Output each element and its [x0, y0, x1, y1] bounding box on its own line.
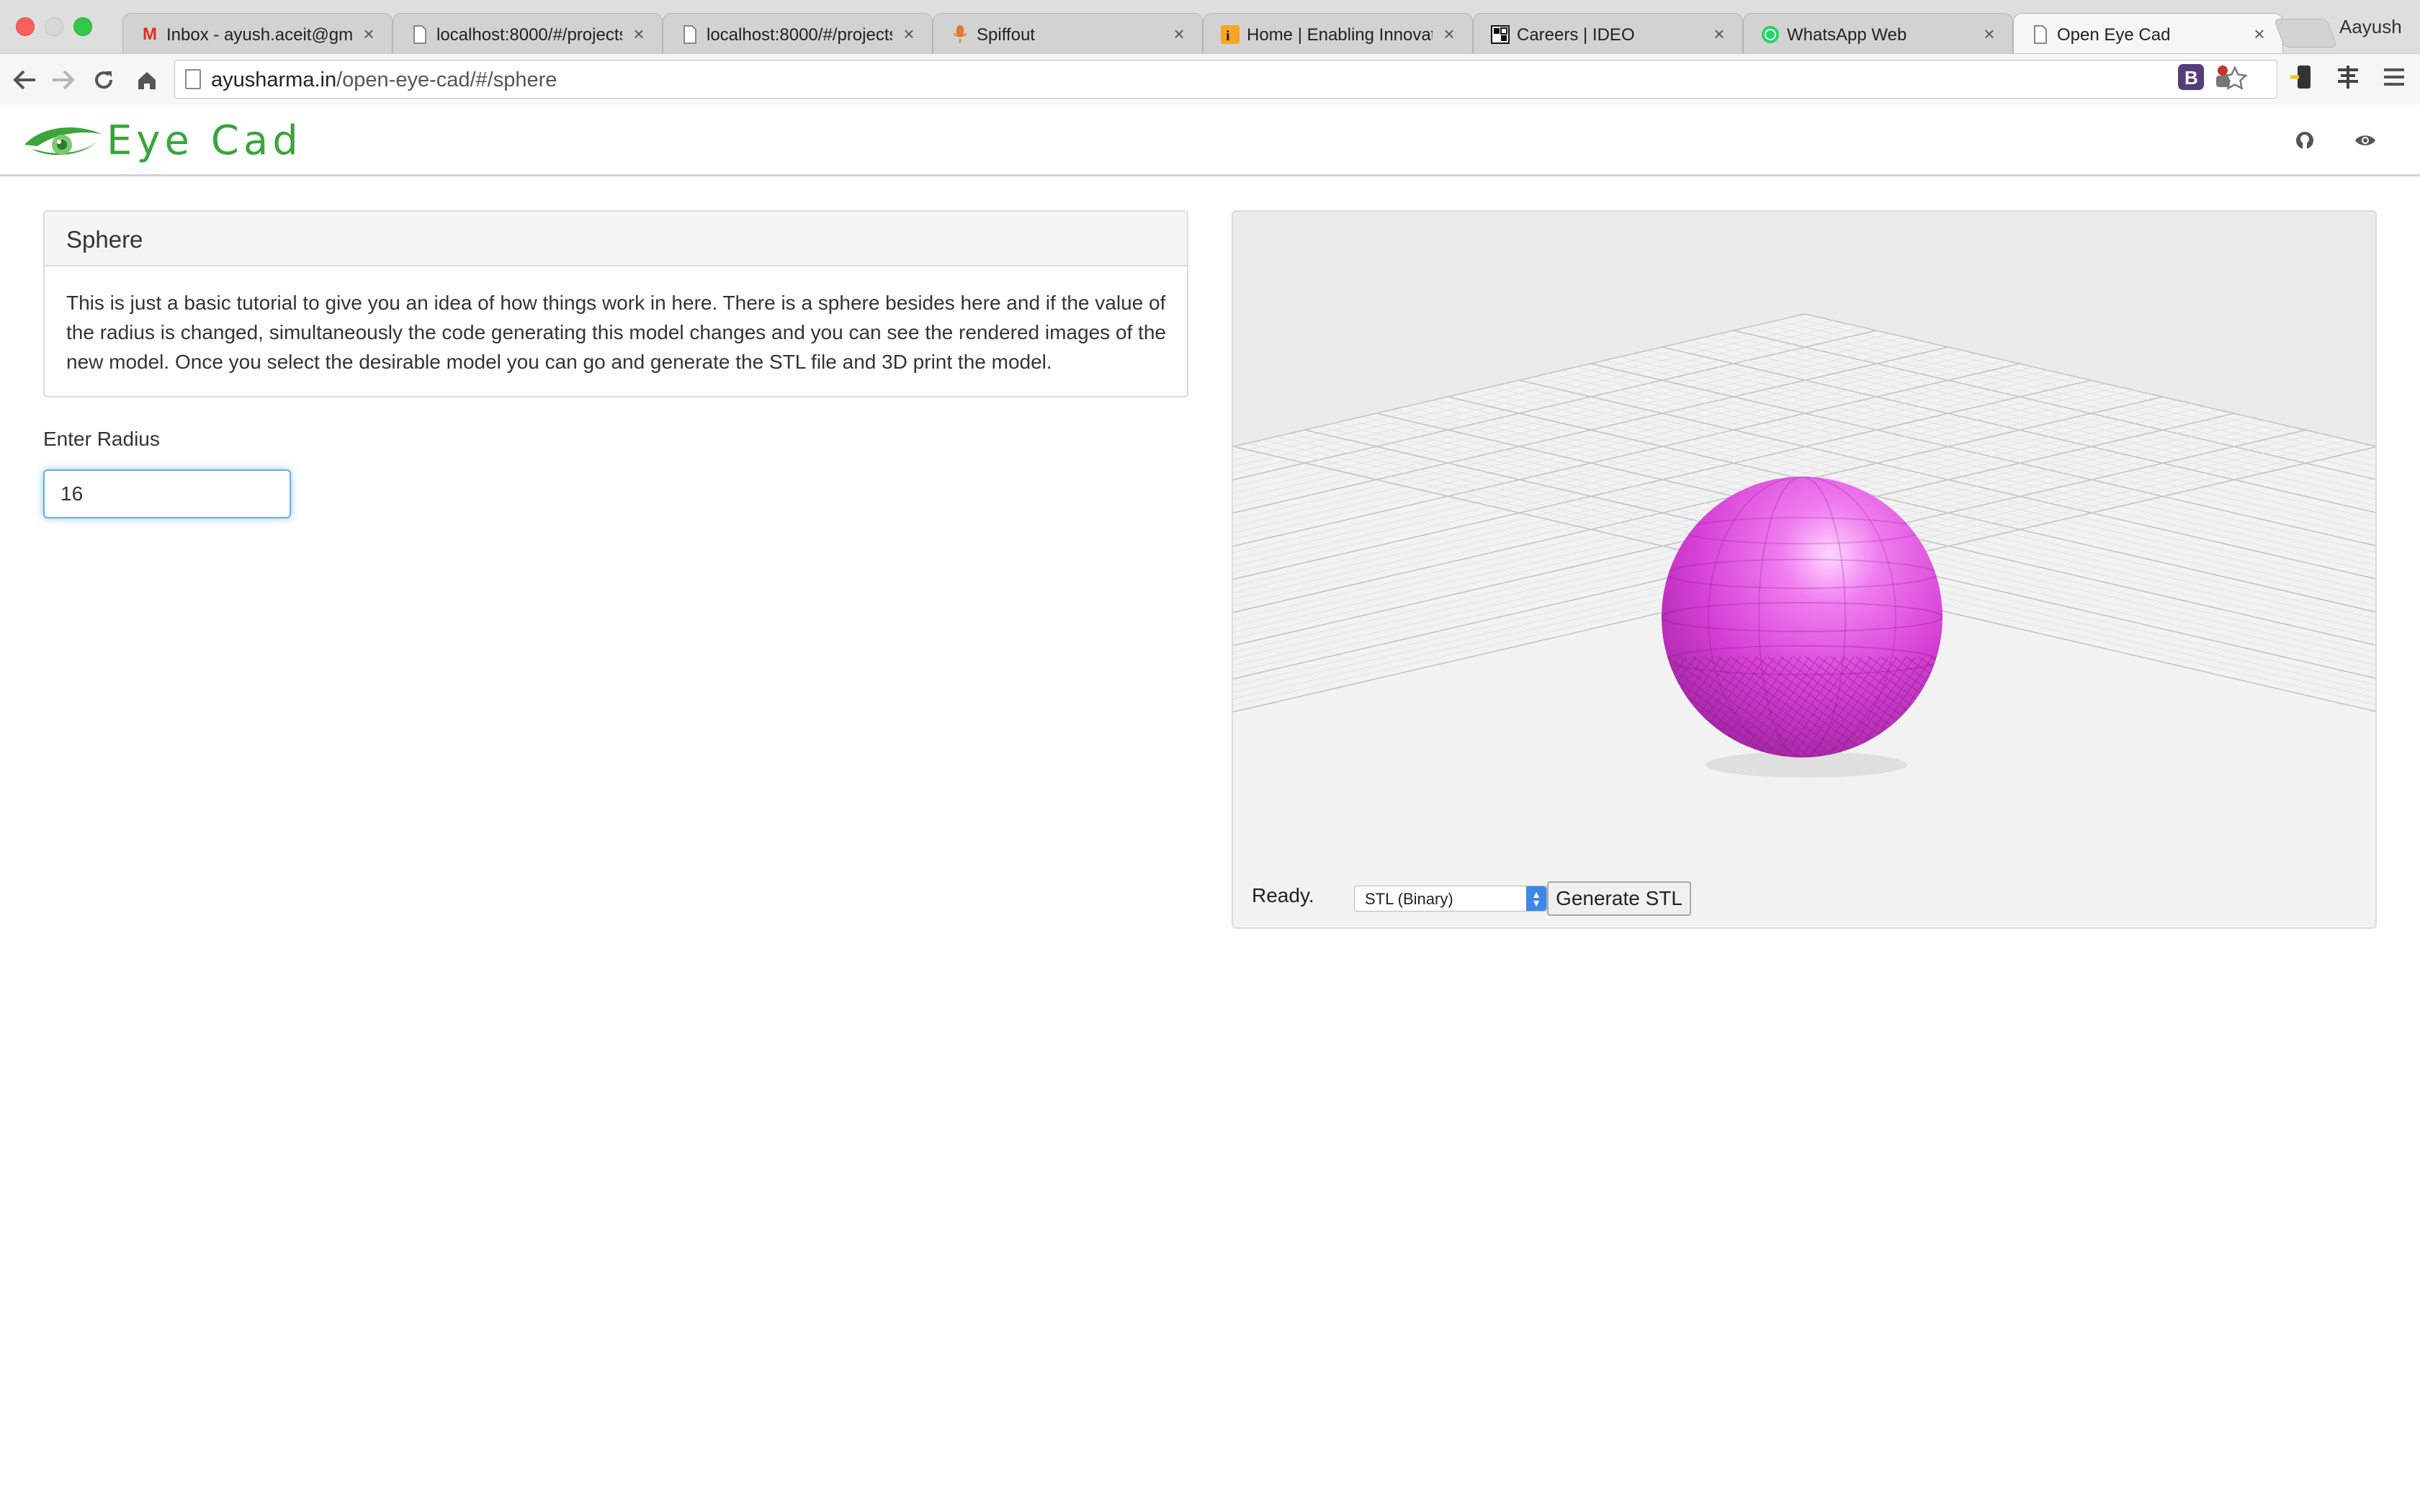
eye-icon[interactable]: [2351, 126, 2380, 155]
browser-tab[interactable]: WhatsApp Web ×: [1743, 13, 2013, 53]
browser-tab[interactable]: Careers | IDEO ×: [1473, 13, 1743, 53]
tab-title: Home | Enabling Innovation: [1247, 25, 1433, 45]
panel-header: Sphere: [45, 212, 1187, 266]
extension-figure-icon[interactable]: [2208, 63, 2237, 91]
panel-title: Sphere: [66, 226, 143, 253]
bootstrap-extension-icon[interactable]: B: [2177, 63, 2205, 91]
eye-cad-logo[interactable]: Eye Cad: [22, 117, 324, 164]
model-viewer[interactable]: Ready. STL (Binary) ▲ ▼ Generate STL: [1232, 210, 2377, 929]
url-host: ayusharma.in: [211, 68, 337, 91]
tab-title: localhost:8000/#/projects: [436, 25, 622, 45]
tab-title: localhost:8000/#/projects: [707, 25, 892, 45]
panel-description: This is just a basic tutorial to give yo…: [66, 292, 1166, 373]
select-arrows-icon: ▲ ▼: [1526, 886, 1546, 911]
tab-title: Open Eye Cad: [2057, 25, 2171, 45]
page-icon: [185, 69, 201, 89]
home-icon[interactable]: [131, 64, 163, 96]
eye-logo-icon: [24, 127, 102, 156]
page-icon: [409, 24, 431, 45]
close-icon[interactable]: ×: [359, 24, 379, 44]
window-maximize-button[interactable]: [73, 17, 92, 36]
window-minimize-button[interactable]: [45, 17, 63, 36]
generate-stl-button[interactable]: Generate STL: [1547, 881, 1691, 916]
viewer-canvas[interactable]: [1233, 212, 2377, 929]
new-tab-button[interactable]: [2273, 19, 2338, 48]
back-arrow-icon[interactable]: [9, 64, 40, 96]
browser-tab[interactable]: localhost:8000/#/projects ×: [663, 13, 933, 53]
close-icon[interactable]: ×: [1439, 24, 1459, 44]
svg-text:i: i: [1226, 28, 1230, 44]
close-icon[interactable]: ×: [2249, 24, 2269, 44]
instructables-icon: i: [1219, 24, 1241, 45]
logo-text: Eye Cad: [107, 117, 302, 164]
svg-text:B: B: [2184, 67, 2198, 89]
url-text[interactable]: ayusharma.in/open-eye-cad/#/sphere: [211, 68, 557, 92]
format-select-value: STL (Binary): [1365, 890, 1453, 908]
site-navbar: Eye Cad: [0, 104, 2420, 176]
github-icon[interactable]: [2290, 126, 2319, 155]
extension-phone-icon[interactable]: [2287, 63, 2316, 91]
url-path: /open-eye-cad/#/sphere: [336, 68, 557, 91]
browser-tab[interactable]: M Inbox - ayush.aceit@gmail.com ×: [122, 13, 393, 53]
close-icon[interactable]: ×: [1709, 24, 1729, 44]
radius-label: Enter Radius: [43, 428, 160, 450]
close-icon[interactable]: ×: [629, 24, 649, 44]
browser-toolbar: ayusharma.in/open-eye-cad/#/sphere B: [0, 53, 2420, 104]
ideo-icon: [1489, 24, 1511, 45]
status-text: Ready.: [1252, 884, 1314, 906]
close-icon[interactable]: ×: [899, 24, 919, 44]
tab-title: Careers | IDEO: [1517, 25, 1635, 45]
page-icon: [679, 24, 701, 45]
window-close-button[interactable]: [16, 17, 35, 36]
browser-tab[interactable]: localhost:8000/#/projects ×: [393, 13, 663, 53]
close-icon[interactable]: ×: [1169, 24, 1189, 44]
app-root: M Inbox - ayush.aceit@gmail.com × localh…: [0, 0, 2420, 1512]
extension-wave-icon[interactable]: [2334, 63, 2362, 91]
whatsapp-icon: [1760, 24, 1781, 45]
microphone-icon: [949, 24, 971, 45]
browser-chrome: M Inbox - ayush.aceit@gmail.com × localh…: [0, 0, 2420, 104]
profile-name[interactable]: Aayush: [2339, 16, 2402, 38]
page-icon: [2030, 24, 2051, 45]
tab-title: Inbox - ayush.aceit@gmail.com: [166, 25, 352, 45]
tab-title: WhatsApp Web: [1787, 25, 1907, 45]
forward-arrow-icon[interactable]: [48, 64, 79, 96]
browser-tab[interactable]: i Home | Enabling Innovation ×: [1203, 13, 1473, 53]
browser-tab[interactable]: Spiffout ×: [933, 13, 1203, 53]
close-icon[interactable]: ×: [1979, 24, 1999, 44]
gmail-icon: M: [143, 24, 157, 44]
format-select[interactable]: STL (Binary) ▲ ▼: [1354, 886, 1547, 912]
tab-title: Spiffout: [977, 25, 1035, 45]
menu-icon[interactable]: [2380, 63, 2408, 91]
sphere-info-panel: Sphere This is just a basic tutorial to …: [43, 210, 1188, 397]
address-bar[interactable]: ayusharma.in/open-eye-cad/#/sphere: [174, 60, 2277, 99]
reload-icon[interactable]: [88, 64, 120, 96]
radius-input[interactable]: [43, 469, 291, 518]
tab-strip: M Inbox - ayush.aceit@gmail.com × localh…: [0, 0, 2420, 55]
browser-tab-active[interactable]: Open Eye Cad ×: [2013, 13, 2283, 55]
